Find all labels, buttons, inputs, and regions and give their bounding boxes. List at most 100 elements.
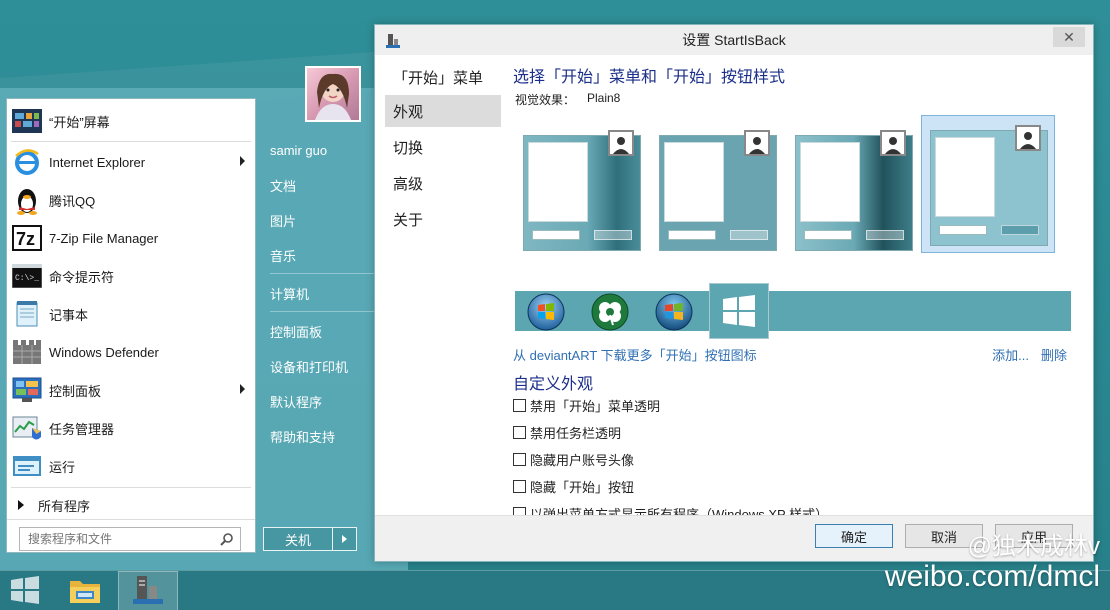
- checkbox-label: 隐藏用户账号头像: [530, 452, 635, 468]
- user-avatar-icon: [880, 130, 906, 156]
- checkbox-hide-start-button[interactable]: 隐藏「开始」按钮: [513, 477, 634, 495]
- program-label: 7-Zip File Manager: [49, 230, 159, 246]
- program-label: 控制面板: [49, 383, 102, 399]
- shutdown-group: 关机: [263, 527, 357, 551]
- style-card-2[interactable]: [657, 130, 777, 253]
- checkbox-label: 禁用任务栏透明: [530, 425, 622, 441]
- program-label: 命令提示符: [49, 269, 115, 285]
- separator: [7, 519, 255, 520]
- all-programs-button[interactable]: 所有程序: [7, 491, 255, 519]
- watermark: @独木成林v weibo.com/dmcl: [860, 528, 1110, 610]
- user-avatar[interactable]: [305, 66, 361, 122]
- checkbox-disable-startmenu-transparency[interactable]: 禁用「开始」菜单透明: [513, 396, 660, 414]
- program-item-start-screen[interactable]: “开始”屏幕: [7, 103, 255, 139]
- search-icon: [532, 230, 580, 240]
- window-title: 设置 StartIsBack: [682, 32, 786, 48]
- deviantart-download-link[interactable]: 从 deviantART 下载更多「开始」按钮图标: [513, 345, 757, 364]
- start-button[interactable]: [0, 571, 50, 610]
- folder-icon: [68, 575, 102, 608]
- nav-item-start-menu[interactable]: 「开始」菜单: [385, 61, 501, 93]
- user-avatar-icon: [608, 130, 634, 156]
- notepad-icon: [11, 298, 43, 330]
- visual-effect-label: 视觉效果：: [515, 93, 576, 107]
- style-card-3[interactable]: [793, 130, 913, 253]
- start-button-style-strip: [515, 283, 1071, 339]
- startisback-app-icon: [131, 574, 165, 609]
- window-titlebar[interactable]: 设置 StartIsBack ✕: [375, 25, 1093, 55]
- window-close-button[interactable]: ✕: [1053, 27, 1085, 47]
- style-card-1[interactable]: [521, 130, 641, 253]
- search-input[interactable]: [28, 532, 218, 546]
- search-box[interactable]: [19, 527, 241, 551]
- windows-logo-icon: [10, 575, 40, 607]
- separator: [11, 141, 251, 142]
- qq-penguin-icon: [11, 184, 43, 216]
- svg-text:C:\>_: C:\>_: [15, 274, 39, 283]
- user-avatar-icon: [1015, 125, 1041, 151]
- program-item-run[interactable]: 运行: [7, 448, 255, 484]
- nav-item-appearance[interactable]: 外观: [385, 95, 501, 127]
- submenu-arrow-icon: [240, 384, 245, 394]
- user-avatar-icon: [744, 130, 770, 156]
- add-button-link[interactable]: 添加...: [992, 345, 1029, 364]
- checkbox-label: 禁用「开始」菜单透明: [530, 398, 661, 414]
- checkbox[interactable]: [513, 479, 526, 493]
- task-manager-icon: [11, 412, 43, 444]
- search-icon: [668, 230, 716, 240]
- program-item-internet-explorer[interactable]: Internet Explorer: [7, 144, 255, 180]
- style-card-4-selected[interactable]: [921, 115, 1055, 253]
- checkbox-disable-taskbar-transparency[interactable]: 禁用任务栏透明: [513, 423, 621, 441]
- windows8-logo-icon[interactable]: [709, 283, 769, 339]
- startisback-app-icon: [385, 33, 401, 52]
- shutdown-button[interactable]: 关机: [263, 527, 333, 551]
- program-label: Windows Defender: [49, 344, 159, 360]
- windows7-orb-icon[interactable]: [527, 293, 565, 331]
- program-item-control-panel[interactable]: 控制面板: [7, 372, 255, 408]
- program-item-qq[interactable]: 腾讯QQ: [7, 182, 255, 218]
- program-item-windows-defender[interactable]: Windows Defender: [7, 334, 255, 370]
- watermark-url: weibo.com/dmcl: [884, 560, 1100, 593]
- program-label: 记事本: [49, 307, 89, 323]
- program-label: Internet Explorer: [49, 154, 146, 170]
- program-item-notepad[interactable]: 记事本: [7, 296, 255, 332]
- separator: [11, 487, 251, 488]
- expand-arrow-icon: [18, 500, 24, 510]
- settings-window: 设置 StartIsBack ✕ 「开始」菜单 外观 切换 高级 关于 选择「开…: [374, 24, 1094, 562]
- nav-item-switching[interactable]: 切换: [385, 131, 501, 163]
- windows-color-orb-icon[interactable]: [655, 293, 693, 331]
- taskbar-file-explorer[interactable]: [60, 571, 110, 610]
- start-screen-icon: [11, 105, 43, 137]
- checkbox[interactable]: [513, 452, 526, 466]
- clover-orb-icon[interactable]: [591, 293, 629, 331]
- control-panel-icon: [11, 374, 43, 406]
- program-label: “开始”屏幕: [49, 114, 110, 130]
- checkbox[interactable]: [513, 425, 526, 439]
- chevron-right-icon: [342, 535, 347, 543]
- program-label: 任务管理器: [49, 421, 115, 437]
- checkbox-label: 隐藏「开始」按钮: [530, 479, 635, 495]
- delete-button-link[interactable]: 删除: [1041, 345, 1067, 364]
- svg-text:7z: 7z: [16, 229, 35, 249]
- program-item-command-prompt[interactable]: C:\>_ 命令提示符: [7, 258, 255, 294]
- program-item-task-manager[interactable]: 任务管理器: [7, 410, 255, 446]
- start-menu: “开始”屏幕 Internet Explorer 腾讯QQ 7z 7-Zip F…: [0, 66, 408, 570]
- shutdown-options-button[interactable]: [333, 527, 357, 551]
- taskbar-startisback-settings[interactable]: [118, 571, 178, 610]
- search-icon: [220, 532, 234, 549]
- visual-effect-value: Plain8: [587, 91, 621, 105]
- submenu-arrow-icon: [240, 156, 245, 166]
- checkbox[interactable]: [513, 398, 526, 412]
- run-icon: [11, 450, 43, 482]
- nav-item-advanced[interactable]: 高级: [385, 167, 501, 199]
- command-prompt-icon: C:\>_: [11, 260, 43, 292]
- nav-item-about[interactable]: 关于: [385, 203, 501, 235]
- internet-explorer-icon: [11, 146, 43, 178]
- watermark-author: @独木成林v: [967, 533, 1100, 560]
- all-programs-label: 所有程序: [38, 498, 91, 514]
- program-item-7zip[interactable]: 7z 7-Zip File Manager: [7, 220, 255, 256]
- close-icon: ✕: [1063, 28, 1075, 45]
- programs-pane: “开始”屏幕 Internet Explorer 腾讯QQ 7z 7-Zip F…: [6, 98, 256, 553]
- checkbox-hide-user-avatar[interactable]: 隐藏用户账号头像: [513, 450, 634, 468]
- search-icon: [804, 230, 852, 240]
- program-label: 腾讯QQ: [49, 193, 96, 209]
